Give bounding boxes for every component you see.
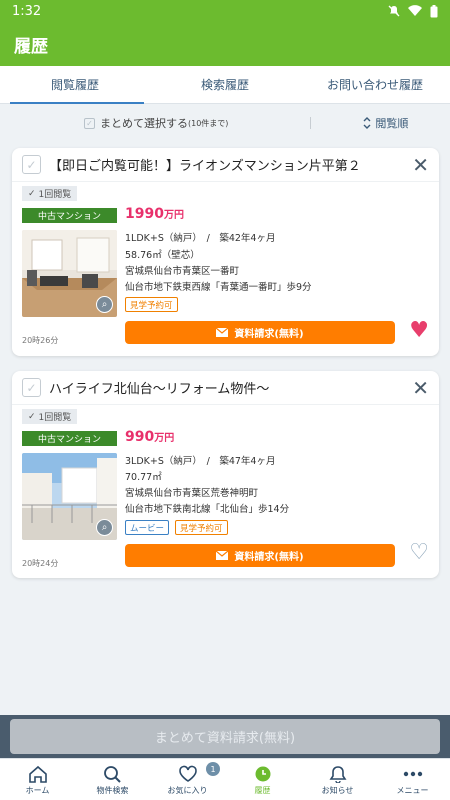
card-checkbox[interactable]: ✓: [22, 378, 41, 397]
card-header: ✓ ハイライフ北仙台〜リフォーム物件〜 ✕: [12, 371, 439, 405]
request-info-button[interactable]: 資料請求(無料): [125, 544, 395, 567]
status-time: 1:32: [12, 3, 42, 19]
layout-age: 3LDK+S（納戸） / 築47年4ヶ月: [125, 456, 276, 467]
sort-icon: [363, 117, 371, 129]
area: 70.77㎡: [125, 472, 162, 483]
viewed-time: 20時24分: [22, 559, 59, 568]
more-icon: [402, 764, 424, 784]
request-label: 資料請求(無料): [234, 329, 304, 340]
views-count: 1回閲覧: [38, 190, 72, 200]
property-card: ✓ 【即日ご内覧可能！】ライオンズマンション片平第２ ✕ ✓ 1回閲覧 中古マン…: [12, 148, 439, 356]
viewed-time: 20時26分: [22, 336, 59, 345]
status-icons: [388, 4, 438, 18]
nav-search[interactable]: 物件検索: [75, 759, 150, 800]
select-all-label: まとめて選択する: [100, 117, 188, 130]
select-all-sublabel: (10件まで): [188, 118, 229, 128]
price: 1990万円: [125, 206, 184, 222]
favorites-count-badge: 1: [206, 762, 220, 776]
price-value: 1990: [125, 206, 164, 222]
nav-history[interactable]: 履歴: [225, 759, 300, 800]
mail-icon: [216, 551, 229, 560]
sort-button[interactable]: 閲覧順: [363, 115, 408, 131]
area: 58.76㎡（壁芯）: [125, 250, 200, 261]
favorite-heart-outline-icon[interactable]: ♡: [409, 542, 429, 564]
views-count: 1回閲覧: [38, 413, 72, 423]
zoom-icon[interactable]: ⌕: [96, 519, 113, 536]
nav-menu[interactable]: メニュー: [375, 759, 450, 800]
nav-search-label: 物件検索: [96, 785, 129, 795]
close-icon[interactable]: ✕: [412, 378, 429, 398]
divider: [310, 117, 312, 129]
nav-history-label: 履歴: [254, 785, 271, 795]
page-title: 履歴: [14, 36, 48, 57]
zoom-icon[interactable]: ⌕: [96, 296, 113, 313]
card-header: ✓ 【即日ご内覧可能！】ライオンズマンション片平第２ ✕: [12, 148, 439, 182]
property-title[interactable]: 【即日ご内覧可能！】ライオンズマンション片平第２: [49, 155, 412, 174]
nav-favorites[interactable]: 1 お気に入り: [150, 759, 225, 800]
tab-bar: 閲覧履歴 検索履歴 お問い合わせ履歴: [0, 66, 450, 104]
views-badge: ✓ 1回閲覧: [22, 186, 78, 201]
views-badge: ✓ 1回閲覧: [22, 409, 78, 424]
property-type-badge: 中古マンション: [22, 208, 117, 223]
price-value: 990: [125, 429, 155, 445]
battery-icon: [430, 4, 438, 17]
nav-favorites-label: お気に入り: [167, 785, 208, 795]
sort-label: 閲覧順: [375, 117, 409, 130]
home-icon: [28, 764, 48, 784]
tab-inquiry-history[interactable]: お問い合わせ履歴: [300, 66, 450, 103]
property-card: ✓ ハイライフ北仙台〜リフォーム物件〜 ✕ ✓ 1回閲覧 中古マンション ⌕ 2…: [12, 371, 439, 578]
address: 宮城県仙台市青葉区一番町: [125, 266, 240, 277]
history-icon: [253, 764, 273, 784]
layout-age: 1LDK+S（納戸） / 築42年4ヶ月: [125, 233, 276, 244]
nav-home[interactable]: ホーム: [0, 759, 75, 800]
bell-icon: [328, 764, 348, 784]
close-icon[interactable]: ✕: [412, 155, 429, 175]
address: 宮城県仙台市青葉区荒巻神明町: [125, 488, 259, 499]
select-row: ✓ まとめて選択する (10件まで) 閲覧順: [0, 104, 450, 142]
bulk-request-bar: まとめて資料請求(無料): [0, 715, 450, 758]
tag-visit-available: 見学予約可: [125, 297, 178, 312]
price-unit: 万円: [163, 210, 184, 221]
request-label: 資料請求(無料): [234, 552, 304, 563]
price: 990万円: [125, 429, 174, 445]
tab-search-history[interactable]: 検索履歴: [150, 66, 300, 103]
property-title[interactable]: ハイライフ北仙台〜リフォーム物件〜: [49, 378, 412, 397]
bulk-request-button[interactable]: まとめて資料請求(無料): [10, 719, 440, 754]
property-type-badge: 中古マンション: [22, 431, 117, 446]
mail-icon: [216, 328, 229, 337]
tag-movie: ムービー: [125, 520, 170, 535]
favorite-heart-icon[interactable]: ♥: [409, 320, 429, 342]
select-all-checkbox[interactable]: ✓: [84, 117, 95, 129]
status-bar: 1:32: [0, 0, 450, 22]
nav-notifications[interactable]: お知らせ: [300, 759, 375, 800]
access: 仙台市地下鉄南北線「北仙台」歩14分: [125, 504, 290, 515]
check-icon: ✓: [28, 411, 36, 422]
heart-icon: [178, 764, 198, 784]
access: 仙台市地下鉄東西線「青葉通一番町」歩9分: [125, 282, 312, 293]
nav-home-label: ホーム: [25, 785, 50, 795]
wifi-icon: [408, 5, 422, 17]
nav-notifications-label: お知らせ: [321, 785, 354, 795]
property-photo[interactable]: ⌕: [22, 230, 117, 317]
tab-view-history[interactable]: 閲覧履歴: [0, 66, 150, 104]
property-photo[interactable]: ⌕: [22, 453, 117, 540]
nav-menu-label: メニュー: [396, 785, 429, 795]
mute-icon: [388, 5, 400, 17]
price-unit: 万円: [154, 433, 175, 444]
select-all-toggle[interactable]: ✓ まとめて選択する (10件まで): [84, 115, 228, 131]
search-icon: [103, 764, 123, 784]
bottom-nav: ホーム 物件検索 1 お気に入り 履歴 お知らせ メニュー: [0, 758, 450, 800]
app-bar: 履歴: [0, 22, 450, 66]
tag-visit-available: 見学予約可: [175, 520, 228, 535]
card-checkbox[interactable]: ✓: [22, 155, 41, 174]
check-icon: ✓: [28, 188, 36, 199]
request-info-button[interactable]: 資料請求(無料): [125, 321, 395, 344]
